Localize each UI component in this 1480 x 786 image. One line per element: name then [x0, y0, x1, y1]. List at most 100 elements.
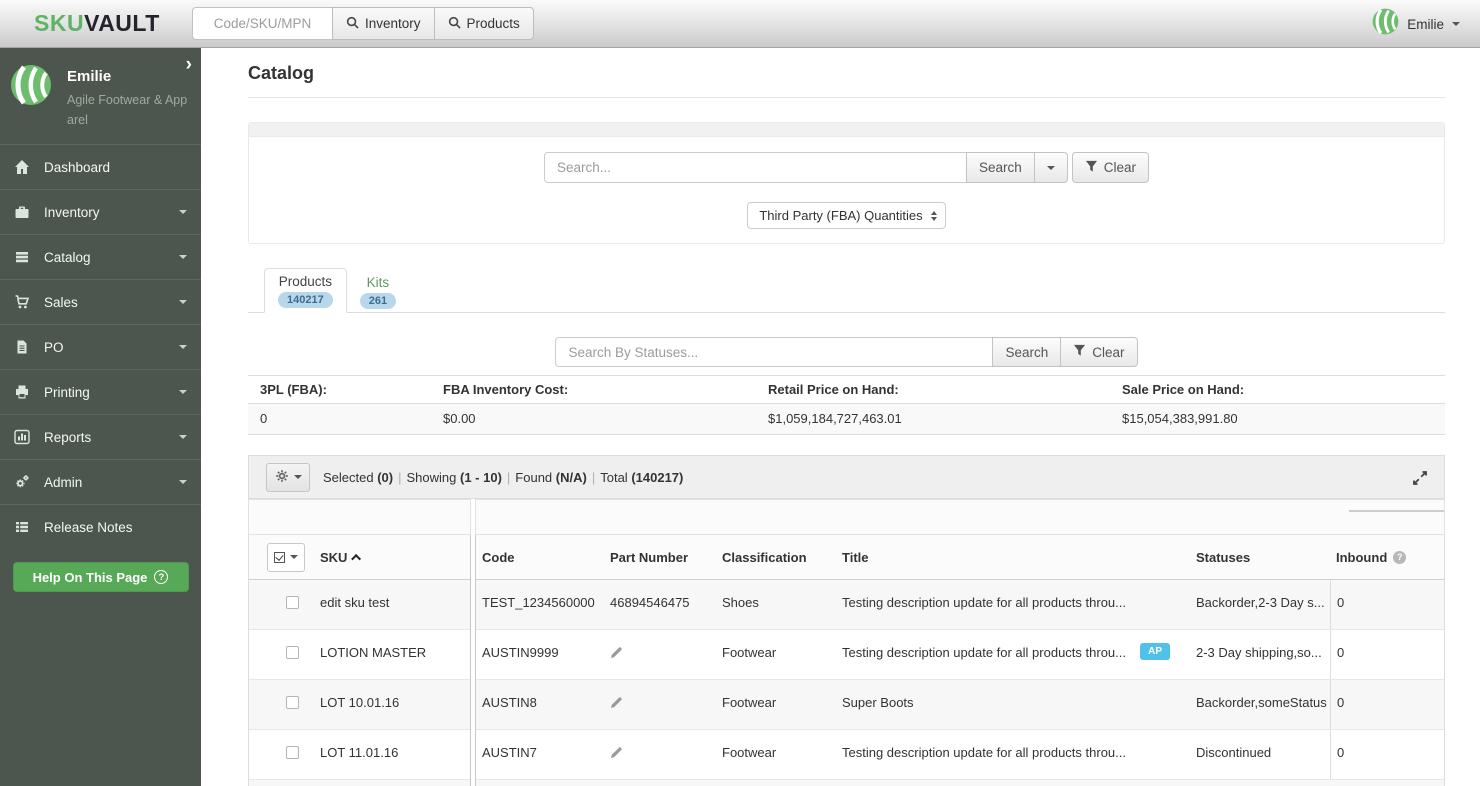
catalog-search-button[interactable]: Search [965, 152, 1035, 183]
sku-cell: LOT 10.01.16 [320, 695, 400, 710]
sidebar: › Emilie Agile Footwear & Apparel Dashbo… [0, 48, 201, 786]
page-title: Catalog [248, 63, 315, 83]
edit-part-number-pencil-icon[interactable] [610, 695, 623, 711]
help-on-this-page-button[interactable]: Help On This Page ? [12, 562, 189, 592]
column-header-sku[interactable]: SKU [320, 550, 362, 565]
part-number-cell [604, 630, 716, 661]
statuses-cell: 2-3 Day shipping,so... [1196, 645, 1322, 660]
sidebar-item-catalog[interactable]: Catalog [0, 234, 201, 279]
column-header-title[interactable]: Title [836, 550, 1190, 565]
gears-icon [14, 474, 31, 490]
sidebar-item-release-notes[interactable]: Release Notes [0, 504, 201, 549]
global-search-products-button[interactable]: Products [433, 7, 534, 40]
gear-icon [274, 468, 289, 486]
table-row[interactable]: LOT 10.01.16 [249, 680, 470, 730]
table-row[interactable]: edit sku test [249, 580, 470, 630]
partial-next-row [476, 780, 1444, 786]
part-number-cell: 46894546475 [610, 595, 690, 610]
stats-header-retail-price: Retail Price on Hand: [768, 382, 899, 397]
tab-products[interactable]: Products 140217 [264, 268, 347, 313]
chevron-down-icon [179, 255, 187, 259]
inbound-cell: 0 [1330, 680, 1444, 729]
list-icon [14, 519, 31, 535]
select-all-dropdown-button[interactable] [267, 542, 305, 572]
edit-part-number-pencil-icon[interactable] [610, 645, 623, 661]
column-header-statuses[interactable]: Statuses [1190, 550, 1330, 565]
printer-icon [14, 384, 31, 400]
table-row[interactable]: AUSTIN9999 Footwear Testing description … [476, 630, 1444, 680]
table-row[interactable]: TEST_1234560000 46894546475 Shoes Testin… [476, 580, 1444, 630]
skuvault-ball-icon [1371, 7, 1401, 40]
table-row[interactable]: AUSTIN7 Footwear Testing description upd… [476, 730, 1444, 780]
select-updown-icon [930, 210, 937, 221]
stats-value-3pl: 0 [260, 411, 268, 426]
chevron-down-icon [179, 480, 187, 484]
catalog-clear-button[interactable]: Clear [1071, 152, 1150, 183]
stats-header-3pl: 3PL (FBA): [260, 382, 327, 397]
status-search-input[interactable] [555, 337, 994, 367]
title-cell: Testing description update for all produ… [842, 745, 1126, 760]
row-checkbox[interactable] [286, 696, 299, 709]
sidebar-collapse-chevron-icon[interactable]: › [186, 54, 192, 76]
question-circle-icon: ? [154, 570, 169, 584]
row-checkbox[interactable] [286, 746, 299, 759]
user-menu-name: Emilie [1407, 16, 1444, 32]
sidebar-item-printing[interactable]: Printing [0, 369, 201, 414]
grid-settings-button[interactable] [266, 462, 310, 492]
row-checkbox[interactable] [286, 596, 299, 609]
grid-scroll-pane: Code Part Number Classification Title St… [475, 535, 1445, 786]
horizontal-scrollbar-thumb[interactable] [1349, 510, 1444, 512]
sidebar-item-sales[interactable]: Sales [0, 279, 201, 324]
global-search-input[interactable] [192, 7, 333, 40]
checkbox-icon [274, 551, 285, 563]
search-options-dropdown-button[interactable] [1033, 152, 1068, 183]
tab-kits[interactable]: Kits 261 [347, 270, 409, 313]
stats-value-sale-price: $15,054,383,991.80 [1122, 411, 1238, 426]
sidebar-item-admin[interactable]: Admin [0, 459, 201, 504]
status-clear-button[interactable]: Clear [1060, 337, 1138, 367]
classification-cell: Footwear [722, 745, 777, 760]
quantity-type-select[interactable]: Third Party (FBA) Quantities [747, 202, 946, 229]
status-search-button[interactable]: Search [992, 337, 1062, 367]
top-bar: SKUVAULT Inventory Products Emilie [0, 0, 1480, 48]
catalog-list-icon [14, 249, 31, 265]
logo-sku-text: SKU [34, 10, 85, 36]
grid-toolbar: Selected (0) | Showing (1 - 10) | Found (N/A… [248, 455, 1445, 499]
skuvault-logo: SKUVAULT [34, 10, 160, 37]
search-icon [448, 16, 461, 32]
inbound-info-icon[interactable]: ? [1393, 550, 1407, 564]
table-row[interactable]: LOTION MASTER [249, 630, 470, 680]
inbound-cell: 0 [1330, 730, 1444, 779]
statuses-cell: Backorder,2-3 Day s... [1196, 595, 1325, 610]
table-row[interactable]: LOT 11.01.16 [249, 730, 470, 780]
sidebar-item-dashboard[interactable]: Dashboard [0, 144, 201, 189]
column-header-inbound[interactable]: Inbound ? [1330, 550, 1444, 565]
inbound-cell: 0 [1330, 580, 1444, 629]
sku-cell: LOTION MASTER [320, 645, 427, 660]
global-search-inventory-button[interactable]: Inventory [332, 7, 435, 40]
row-checkbox[interactable] [286, 646, 299, 659]
expand-grid-icon[interactable] [1412, 470, 1428, 491]
sidebar-profile: Emilie Agile Footwear & Apparel [0, 48, 201, 144]
user-menu[interactable]: Emilie [1371, 0, 1460, 48]
profile-name: Emilie [67, 68, 112, 85]
column-header-classification[interactable]: Classification [716, 550, 836, 565]
table-row[interactable]: AUSTIN8 Footwear Super Boots Backorder,s… [476, 680, 1444, 730]
code-cell: TEST_1234560000 [482, 595, 595, 610]
sidebar-item-reports[interactable]: Reports [0, 414, 201, 459]
global-search-group: Inventory Products [192, 7, 534, 40]
chevron-down-icon [179, 300, 187, 304]
catalog-search-input[interactable] [543, 152, 967, 183]
edit-part-number-pencil-icon[interactable] [610, 745, 623, 761]
chevron-down-icon [290, 555, 298, 559]
classification-cell: Shoes [722, 595, 759, 610]
inbound-cell: 0 [1330, 630, 1444, 679]
statuses-cell: Discontinued [1196, 745, 1272, 760]
stats-value-retail-price: $1,059,184,727,463.01 [768, 411, 902, 426]
code-cell: AUSTIN8 [482, 695, 537, 710]
column-header-code[interactable]: Code [476, 550, 604, 565]
sidebar-item-po[interactable]: PO [0, 324, 201, 369]
column-header-part-number[interactable]: Part Number [604, 550, 716, 565]
sidebar-item-inventory[interactable]: Inventory [0, 189, 201, 234]
found-count: (N/A) [555, 469, 587, 485]
